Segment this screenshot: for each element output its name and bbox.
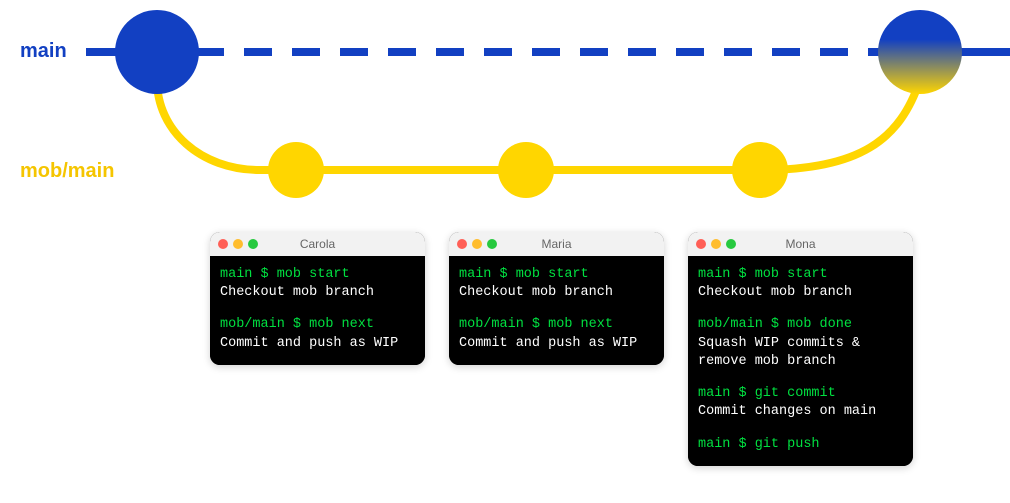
terminals-row: Carolamain $ mob startCheckout mob branc… — [210, 232, 913, 466]
terminal-titlebar: Maria — [449, 232, 664, 256]
terminal-titlebar: Mona — [688, 232, 913, 256]
terminal-output: Commit and push as WIP — [459, 335, 654, 353]
terminal-title: Carola — [210, 237, 425, 251]
terminal-output: Checkout mob branch — [220, 284, 415, 302]
terminal-command: main $ git push — [698, 436, 903, 454]
commit-main-start — [115, 10, 199, 94]
terminal-command: main $ mob start — [220, 266, 415, 284]
terminal-mona: Monamain $ mob startCheckout mob branchm… — [688, 232, 913, 466]
terminal-body: main $ mob startCheckout mob branch mob/m… — [210, 256, 425, 365]
terminal-title: Maria — [449, 237, 664, 251]
terminal-command: mob/main $ mob done — [698, 316, 903, 334]
terminal-command: main $ mob start — [459, 266, 654, 284]
terminal-output: Commit and push as WIP — [220, 335, 415, 353]
terminal-output: Checkout mob branch — [698, 284, 903, 302]
diagram-stage: main mob/main Carolamain $ mob startChec… — [0, 0, 1010, 503]
terminal-maria: Maria main $ mob startCheckout mob branch… — [449, 232, 664, 365]
commit-mob-3 — [732, 142, 788, 198]
terminal-command: mob/main $ mob next — [220, 316, 415, 334]
terminal-command: mob/main $ mob next — [459, 316, 654, 334]
terminal-output: Commit changes on main — [698, 403, 903, 421]
commit-mob-1 — [268, 142, 324, 198]
terminal-command: main $ mob start — [698, 266, 903, 284]
terminal-body: main $ mob startCheckout mob branch mob/m… — [449, 256, 664, 365]
commit-main-end — [878, 10, 962, 94]
commit-mob-2 — [498, 142, 554, 198]
terminal-titlebar: Carola — [210, 232, 425, 256]
terminal-output: Squash WIP commits & remove mob branch — [698, 335, 903, 371]
terminal-title: Mona — [688, 237, 913, 251]
terminal-body: main $ mob startCheckout mob branch mob/m… — [688, 256, 913, 466]
terminal-output: Checkout mob branch — [459, 284, 654, 302]
terminal-command: main $ git commit — [698, 385, 903, 403]
terminal-carola: Carola main $ mob startCheckout mob branc… — [210, 232, 425, 365]
